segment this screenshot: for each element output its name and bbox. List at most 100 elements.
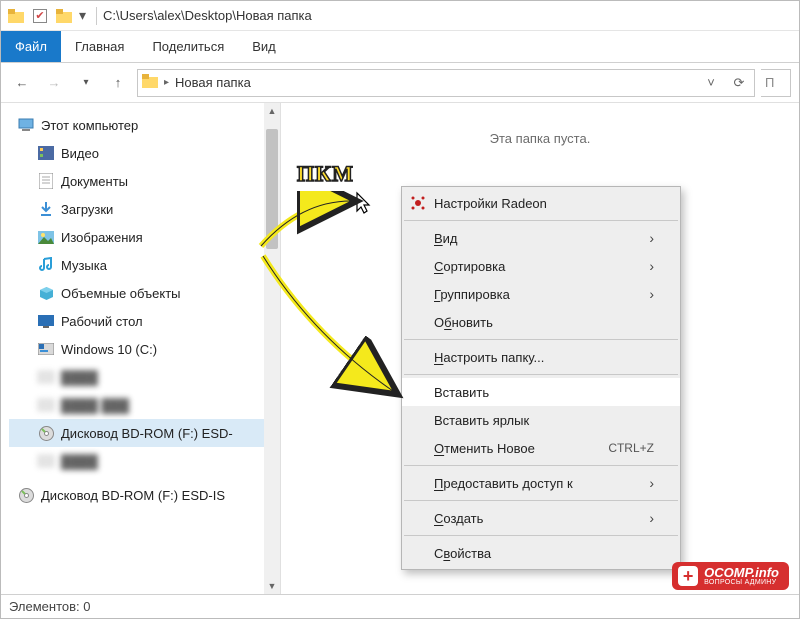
status-bar: Элементов: 0 xyxy=(1,594,799,618)
scroll-track[interactable] xyxy=(264,119,280,578)
breadcrumb-sep-icon[interactable]: ▸ xyxy=(164,77,169,88)
submenu-arrow-icon: › xyxy=(649,286,654,302)
sidebar-item-bdrom[interactable]: Дисковод BD-ROM (F:) ESD- xyxy=(9,419,280,447)
sidebar-item-pictures[interactable]: Изображения xyxy=(9,223,280,251)
ribbon-tabs: Файл Главная Поделиться Вид xyxy=(1,31,799,63)
ctx-refresh[interactable]: Обновить xyxy=(402,308,680,336)
ctx-label: Отменить Новое xyxy=(434,441,535,456)
watermark-text: OCOMP.info xyxy=(704,566,779,579)
submenu-arrow-icon: › xyxy=(649,258,654,274)
ctx-label: Группировка xyxy=(434,287,510,302)
sidebar-item-blurred[interactable]: ████ ███ xyxy=(9,391,280,419)
drive-icon xyxy=(37,340,55,358)
sidebar-item-desktop[interactable]: Рабочий стол xyxy=(9,307,280,335)
disc-icon xyxy=(17,486,35,504)
ctx-separator xyxy=(404,535,678,536)
document-icon xyxy=(37,172,55,190)
tab-home[interactable]: Главная xyxy=(61,31,138,62)
ctx-view[interactable]: Вид › xyxy=(402,224,680,252)
forward-button[interactable]: → xyxy=(41,70,67,96)
ctx-label: Свойства xyxy=(434,546,491,561)
sidebar-root-this-pc[interactable]: Этот компьютер xyxy=(9,111,280,139)
ctx-paste[interactable]: Вставить xyxy=(402,378,680,406)
ctx-paste-shortcut[interactable]: Вставить ярлык xyxy=(402,406,680,434)
disc-icon xyxy=(37,424,55,442)
ctx-shortcut: CTRL+Z xyxy=(608,441,654,455)
ctx-separator xyxy=(404,500,678,501)
desktop-icon xyxy=(37,312,55,330)
ctx-new[interactable]: Создать› xyxy=(402,504,680,532)
sidebar-item-videos[interactable]: Видео xyxy=(9,139,280,167)
sidebar-label: Изображения xyxy=(61,230,143,245)
music-icon xyxy=(37,256,55,274)
sidebar-label: Видео xyxy=(61,146,99,161)
navigation-pane: Этот компьютер Видео Документы Загрузки … xyxy=(1,103,281,594)
status-item-count: Элементов: 0 xyxy=(9,599,90,614)
ctx-label: Обновить xyxy=(434,315,493,330)
tab-view[interactable]: Вид xyxy=(238,31,290,62)
sidebar-label: Документы xyxy=(61,174,128,189)
ctx-separator xyxy=(404,374,678,375)
sidebar-scrollbar[interactable]: ▲ ▼ xyxy=(264,103,280,594)
back-button[interactable]: ← xyxy=(9,70,35,96)
sidebar-label: Музыка xyxy=(61,258,107,273)
submenu-arrow-icon: › xyxy=(649,230,654,246)
ctx-customize[interactable]: Настроить папку... xyxy=(402,343,680,371)
sidebar-label: ████ xyxy=(61,454,98,469)
ctx-radeon[interactable]: Настройки Radeon xyxy=(402,189,680,217)
sidebar-label: Дисковод BD-ROM (F:) ESD-IS xyxy=(41,488,225,503)
empty-folder-message: Эта папка пуста. xyxy=(281,131,799,146)
up-button[interactable]: ↑ xyxy=(105,70,131,96)
radeon-icon xyxy=(408,195,428,211)
ctx-undo[interactable]: Отменить Новое CTRL+Z xyxy=(402,434,680,462)
sidebar-item-3d[interactable]: Объемные объекты xyxy=(9,279,280,307)
qa-folder-icon[interactable] xyxy=(55,7,73,25)
drive-icon xyxy=(37,452,55,470)
ctx-separator xyxy=(404,465,678,466)
sidebar-item-music[interactable]: Музыка xyxy=(9,251,280,279)
ctx-share[interactable]: Предоставить доступ к › xyxy=(402,469,680,497)
video-icon xyxy=(37,144,55,162)
sidebar-label: Рабочий стол xyxy=(61,314,143,329)
ctx-label: Вид xyxy=(434,231,458,246)
refresh-button[interactable]: ⟳ xyxy=(728,75,750,91)
qa-customize-icon[interactable]: ▾ xyxy=(79,7,86,24)
drive-icon xyxy=(37,396,55,414)
tab-file[interactable]: Файл xyxy=(1,31,61,62)
sidebar-root-bdrom[interactable]: Дисковод BD-ROM (F:) ESD-IS xyxy=(9,481,280,509)
drive-icon xyxy=(37,368,55,386)
submenu-arrow-icon: › xyxy=(649,475,654,491)
address-history-dropdown[interactable]: ˅ xyxy=(700,75,722,90)
ctx-group[interactable]: Группировка › xyxy=(402,280,680,308)
sidebar-item-blurred[interactable]: ████ xyxy=(9,447,280,475)
ctx-label: Вставить ярлык xyxy=(434,413,529,428)
qa-save-icon[interactable]: ✔ xyxy=(31,7,49,25)
sidebar-label: Объемные объекты xyxy=(61,286,181,301)
separator xyxy=(96,7,97,25)
ctx-label: Настройки Radeon xyxy=(434,196,547,211)
recent-dropdown[interactable]: ▾ xyxy=(73,70,99,96)
scroll-up-icon[interactable]: ▲ xyxy=(264,103,280,119)
sidebar-item-blurred[interactable]: ████ xyxy=(9,363,280,391)
scroll-down-icon[interactable]: ▼ xyxy=(264,578,280,594)
tab-share[interactable]: Поделиться xyxy=(138,31,238,62)
address-bar[interactable]: ▸ Новая папка ˅ ⟳ xyxy=(137,69,755,97)
sidebar-item-documents[interactable]: Документы xyxy=(9,167,280,195)
context-menu: Настройки Radeon Вид › Сортировка› Группи… xyxy=(401,186,681,570)
sidebar-label: Этот компьютер xyxy=(41,118,138,133)
ctx-sort[interactable]: Сортировка› xyxy=(402,252,680,280)
breadcrumb-current[interactable]: Новая папка xyxy=(175,75,251,90)
sidebar-label: ████ ███ xyxy=(61,398,129,413)
watermark-subtext: ВОПРОСЫ АДМИНУ xyxy=(704,579,779,586)
ctx-properties[interactable]: Свойства xyxy=(402,539,680,567)
sidebar-item-drive-c[interactable]: Windows 10 (C:) xyxy=(9,335,280,363)
sidebar-label: ████ xyxy=(61,370,98,385)
search-box[interactable]: П xyxy=(761,69,791,97)
cube-icon xyxy=(37,284,55,302)
ctx-label: Создать xyxy=(434,511,483,526)
sidebar-label: Дисковод BD-ROM (F:) ESD- xyxy=(61,426,233,441)
scroll-thumb[interactable] xyxy=(266,129,278,249)
ctx-label: Предоставить доступ к xyxy=(434,476,573,491)
window-title: C:\Users\alex\Desktop\Новая папка xyxy=(103,8,312,23)
sidebar-item-downloads[interactable]: Загрузки xyxy=(9,195,280,223)
